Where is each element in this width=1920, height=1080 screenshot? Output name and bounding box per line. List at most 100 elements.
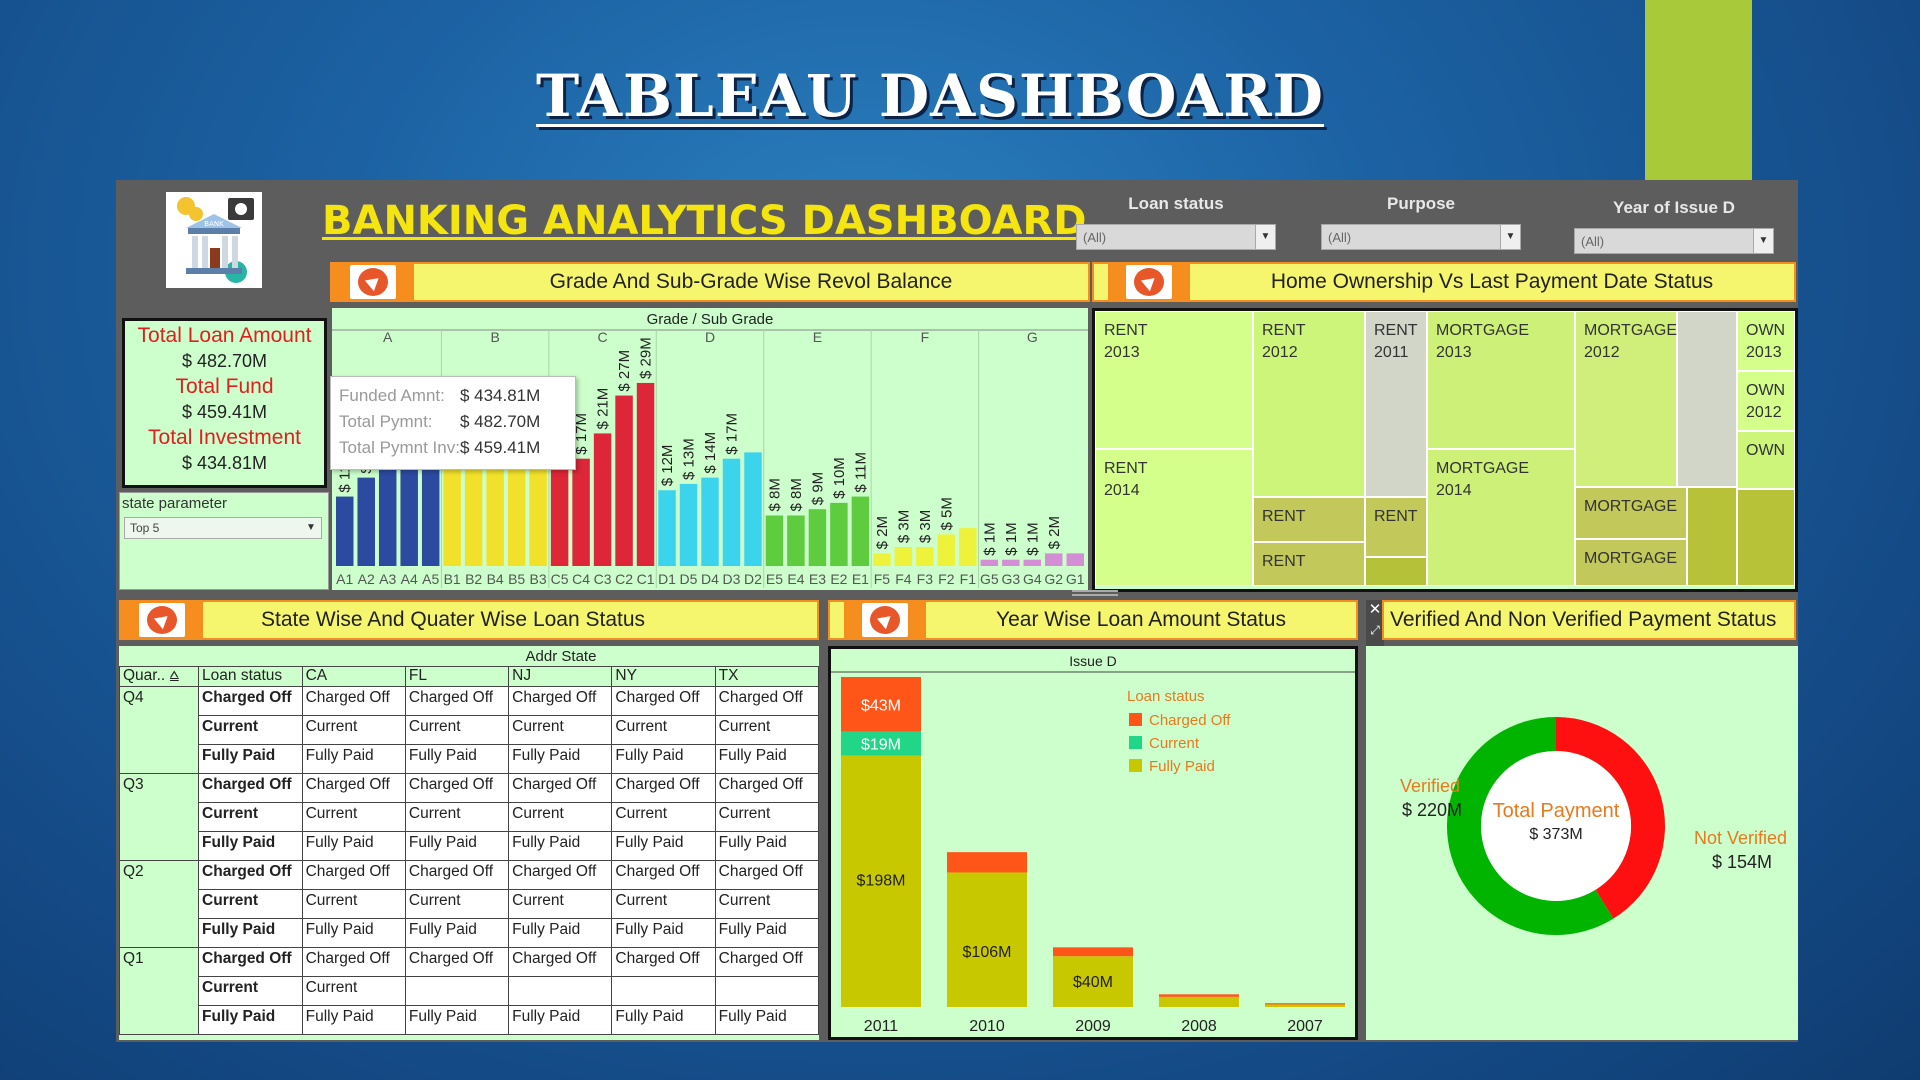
treemap-cell[interactable]: RENT 2011 [1365, 311, 1427, 497]
table-cell: Charged Off [611, 686, 716, 716]
total-investment-label: Total Investment [148, 426, 301, 449]
loan-status-cell: Charged Off [198, 947, 303, 977]
grade-data-label: $ 1M [981, 522, 998, 555]
column-header: NY [611, 666, 716, 687]
grade-tick-label: E1 [852, 571, 869, 587]
chevron-down-icon[interactable]: ▼ [1255, 225, 1275, 249]
treemap-cell[interactable]: MORTGAGE [1575, 539, 1687, 586]
treemap-cell[interactable]: OWN 2012 [1737, 371, 1795, 431]
treemap-cell[interactable]: MORTGAGE 2012 [1575, 311, 1677, 487]
filter-year: Year of Issue D (All) ▼ [1574, 198, 1774, 254]
grade-data-label: $ 10M [831, 457, 848, 499]
chevron-down-icon[interactable]: ▼ [1753, 229, 1773, 253]
grade-tick-label: D4 [701, 571, 719, 587]
treemap-cell[interactable]: RENT 2012 [1253, 311, 1365, 497]
grade-data-label: $ 21M [595, 388, 612, 430]
grade-tick-label: B4 [487, 571, 504, 587]
table-cell: Charged Off [301, 947, 406, 977]
grade-bar [722, 458, 741, 566]
table-cell: Current [714, 802, 819, 832]
table-cell: Charged Off [611, 860, 716, 890]
table-cell: Current [301, 889, 406, 919]
grade-tick-label: B3 [530, 571, 547, 587]
treemap-cell[interactable]: RENT [1253, 497, 1365, 542]
grade-tick-label: G5 [980, 571, 999, 587]
treemap-cell[interactable]: OWN 2013 [1737, 311, 1795, 371]
tooltip-label: Total Pymnt Inv: [339, 438, 460, 457]
grade-group-label: F [921, 329, 930, 345]
table-cell: Charged Off [404, 686, 510, 716]
treemap-cell[interactable]: MORTGAGE [1575, 487, 1687, 539]
navigate-icon[interactable] [844, 602, 926, 638]
chevron-down-icon[interactable]: ▼ [301, 518, 321, 538]
treemap-cell[interactable]: RENT 2014 [1095, 449, 1253, 586]
chevron-down-icon[interactable]: ▼ [1500, 225, 1520, 249]
table-cell: Current [611, 715, 716, 745]
grade-data-label: $ 5M [938, 497, 955, 530]
grade-tick-label: A4 [401, 571, 418, 587]
year-chart-panel: Issue D 2011 2010 2009 2008 2007 $198M $19M $43M… [828, 646, 1358, 1040]
column-header: Loan status [198, 666, 303, 687]
treemap-cell[interactable]: MORTGAGE 2014 [1427, 449, 1575, 586]
grade-data-label: $ 2M [874, 516, 891, 549]
grade-tick-label: E4 [787, 571, 804, 587]
table-cell: Fully Paid [611, 918, 716, 948]
legend-swatch [1129, 713, 1142, 726]
year-tick-label: 2007 [1287, 1018, 1323, 1035]
table-cell [508, 976, 613, 1006]
year-data-label: $106M [963, 944, 1012, 961]
table-row: Current Current Current Current Current Curre… [120, 802, 819, 832]
navigate-icon[interactable] [121, 602, 203, 638]
table-cell: Charged Off [508, 773, 613, 803]
grade-data-label: $ 17M [723, 413, 740, 455]
treemap-cell[interactable]: RENT [1253, 542, 1365, 586]
year-data-label: $43M [861, 697, 901, 714]
treemap-cell[interactable]: OWN [1737, 431, 1795, 489]
grade-bar [336, 496, 354, 566]
year-bar-segment [1159, 996, 1239, 1007]
resize-handle[interactable] [1072, 590, 1118, 596]
state-parameter-dropdown[interactable]: Top 5 ▼ [124, 517, 322, 539]
grade-axis-title: Grade / Sub Grade [647, 311, 774, 328]
table-row: Q1 Charged Off Charged Off Charged Off Charg… [119, 947, 819, 1035]
table-cell: Charged Off [714, 686, 819, 716]
purpose-dropdown[interactable]: (All) ▼ [1321, 224, 1521, 250]
year-data-label: $198M [857, 873, 906, 890]
table-row: Fully Paid Fully Paid Fully Paid Fully Paid… [120, 744, 819, 774]
treemap-cell[interactable]: RENT [1365, 497, 1427, 557]
navigate-icon[interactable] [332, 264, 414, 300]
grade-tick-label: D2 [744, 571, 762, 587]
quarter-cell: Q4 [119, 686, 200, 774]
grade-tick-label: D3 [723, 571, 741, 587]
grade-tick-label: D5 [680, 571, 698, 587]
loan-status-cell: Charged Off [198, 860, 303, 890]
loan-status-cell: Current [198, 889, 303, 919]
tooltip-value: $ 459.41M [459, 438, 541, 457]
state-parameter-label: state parameter [122, 495, 228, 512]
grade-group-label: C [598, 329, 608, 345]
grade-bar [1023, 559, 1042, 566]
table-cell: Fully Paid [508, 918, 613, 948]
table-row: Q4 Charged Off Charged Off Charged Off Charg… [119, 686, 819, 774]
treemap-cell[interactable]: MORTGAGE 2013 [1427, 311, 1575, 449]
table-cell: Current [508, 802, 613, 832]
table-cell: Charged Off [508, 947, 613, 977]
treemap-cell[interactable] [1677, 311, 1737, 487]
treemap-cell[interactable] [1687, 487, 1737, 586]
loan-status-dropdown[interactable]: (All) ▼ [1076, 224, 1276, 250]
treemap-cell[interactable]: RENT 2013 [1095, 311, 1253, 449]
grade-group-label: G [1027, 329, 1038, 345]
treemap-cell[interactable] [1737, 489, 1795, 586]
year-bar-segment [947, 852, 1027, 873]
table-row: Current Current [120, 976, 819, 1006]
loan-status-cell: Current [198, 802, 303, 832]
kpi-card: Total Loan Amount $ 482.70M Total Fund $… [122, 318, 327, 488]
year-dropdown[interactable]: (All) ▼ [1574, 228, 1774, 254]
treemap-cell[interactable] [1365, 557, 1427, 586]
dropdown-value: Top 5 [130, 521, 160, 535]
navigate-icon[interactable] [1108, 264, 1190, 300]
home-treemap: RENT 2013 RENT 2014 RENT 2012 RENT RENT REN… [1092, 308, 1798, 592]
quarter-column-header[interactable]: Quar.. ⩠ [119, 666, 200, 687]
grade-bar [808, 509, 827, 566]
verify-chart-panel: Verified $ 220M Not Verified $ 154M Tota… [1366, 646, 1798, 1040]
